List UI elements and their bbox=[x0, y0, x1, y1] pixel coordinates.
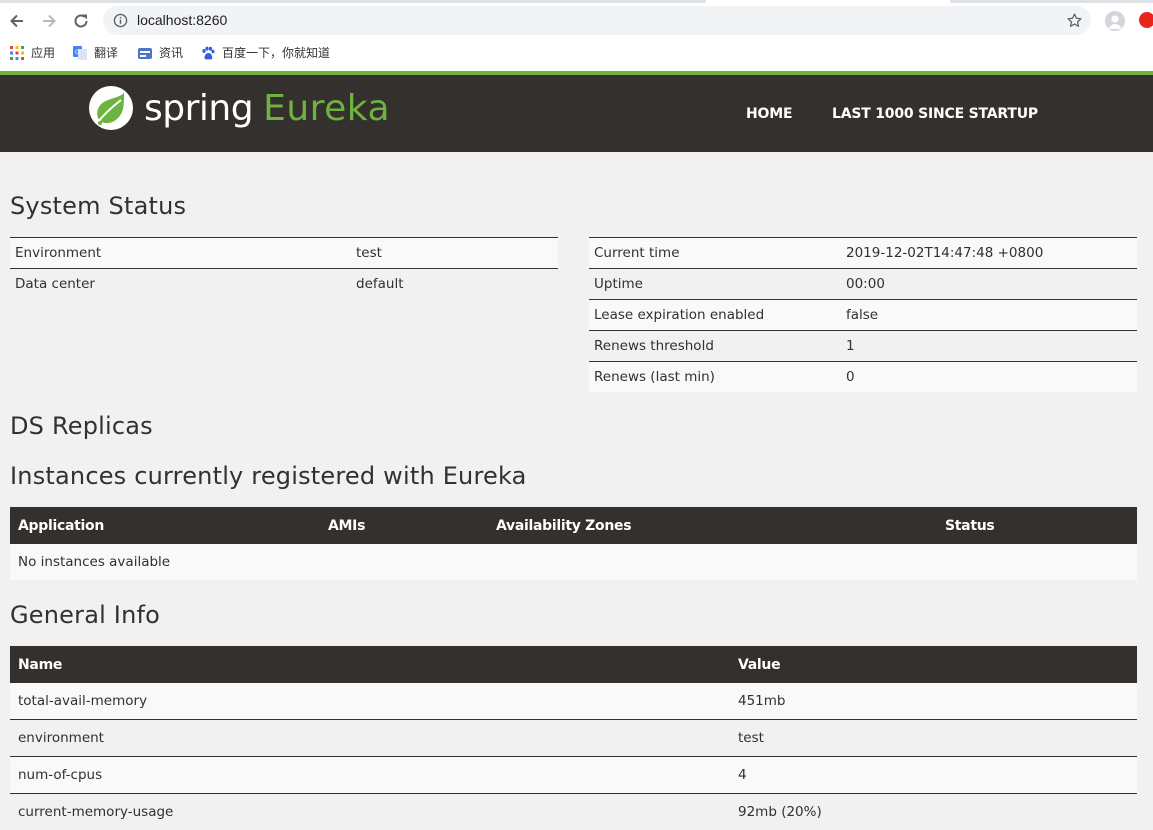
info-value: 451mb bbox=[730, 683, 1137, 720]
status-value: default bbox=[351, 269, 558, 300]
status-key: Environment bbox=[10, 238, 351, 269]
info-name: num-of-cpus bbox=[10, 757, 730, 794]
status-row: Data center default bbox=[10, 269, 558, 300]
status-row: Uptime 00:00 bbox=[589, 269, 1137, 300]
extension-icon[interactable] bbox=[1139, 12, 1153, 28]
col-name: Name bbox=[10, 646, 730, 683]
navbar: spring Eureka HOME LAST 1000 SINCE START… bbox=[0, 75, 1153, 152]
instances-heading: Instances currently registered with Eure… bbox=[10, 462, 527, 490]
logo-eureka-text: Eureka bbox=[263, 88, 390, 129]
table-row: num-of-cpus 4 bbox=[10, 757, 1137, 794]
bookmark-label: 翻译 bbox=[94, 44, 118, 61]
status-key: Uptime bbox=[589, 269, 841, 300]
info-name: current-memory-usage bbox=[10, 794, 730, 830]
google-translate-icon: G bbox=[73, 46, 87, 60]
status-row: Renews (last min) 0 bbox=[589, 362, 1137, 393]
table-row: No instances available bbox=[10, 544, 1137, 580]
col-value: Value bbox=[730, 646, 1137, 683]
col-availability-zones: Availability Zones bbox=[488, 507, 937, 544]
nav-last1000-link[interactable]: LAST 1000 SINCE STARTUP bbox=[832, 106, 1038, 122]
status-value: false bbox=[841, 300, 1137, 331]
status-row: Lease expiration enabled false bbox=[589, 300, 1137, 331]
browser-chrome: localhost:8260 应用 G 翻译 资讯 百度一下，你就知道 bbox=[0, 0, 1153, 72]
bookmark-label: 应用 bbox=[31, 44, 55, 61]
status-key: Current time bbox=[589, 238, 841, 269]
status-key: Lease expiration enabled bbox=[589, 300, 841, 331]
table-row: total-avail-memory 451mb bbox=[10, 683, 1137, 720]
system-status-right-table: Current time 2019-12-02T14:47:48 +0800 U… bbox=[589, 237, 1137, 392]
general-info-table: Name Value total-avail-memory 451mb envi… bbox=[10, 646, 1137, 830]
bookmark-translate[interactable]: G 翻译 bbox=[73, 44, 118, 61]
system-status-left-table: Environment test Data center default bbox=[10, 237, 558, 299]
address-bar[interactable]: localhost:8260 bbox=[103, 6, 1091, 35]
table-header-row: Application AMIs Availability Zones Stat… bbox=[10, 507, 1137, 544]
bookmarks-bar: 应用 G 翻译 资讯 百度一下，你就知道 bbox=[0, 42, 1153, 64]
info-name: environment bbox=[10, 720, 730, 757]
apps-grid-icon bbox=[10, 46, 24, 60]
info-value: test bbox=[730, 720, 1137, 757]
arrow-right-icon bbox=[40, 12, 58, 30]
info-icon[interactable] bbox=[113, 13, 128, 32]
arrow-left-icon bbox=[8, 12, 26, 30]
status-key: Renews (last min) bbox=[589, 362, 841, 393]
reload-icon bbox=[72, 12, 90, 30]
col-amis: AMIs bbox=[320, 507, 488, 544]
table-row: environment test bbox=[10, 720, 1137, 757]
instances-table: Application AMIs Availability Zones Stat… bbox=[10, 507, 1137, 580]
logo-spring-text: spring bbox=[144, 88, 253, 129]
status-value: test bbox=[351, 238, 558, 269]
bookmark-news[interactable]: 资讯 bbox=[138, 44, 183, 61]
info-name: total-avail-memory bbox=[10, 683, 730, 720]
bookmark-apps[interactable]: 应用 bbox=[10, 44, 55, 61]
general-info-heading: General Info bbox=[10, 601, 160, 629]
bookmark-label: 百度一下，你就知道 bbox=[222, 44, 330, 61]
url-text[interactable]: localhost:8260 bbox=[137, 12, 227, 28]
forward-button[interactable] bbox=[38, 10, 60, 32]
baidu-paw-icon bbox=[201, 46, 215, 60]
bookmark-baidu[interactable]: 百度一下，你就知道 bbox=[201, 44, 330, 61]
status-value: 0 bbox=[841, 362, 1137, 393]
back-button[interactable] bbox=[6, 10, 28, 32]
status-row: Environment test bbox=[10, 238, 558, 269]
spring-eureka-logo[interactable]: spring Eureka bbox=[88, 85, 390, 131]
news-icon bbox=[138, 46, 152, 60]
info-value: 4 bbox=[730, 757, 1137, 794]
status-key: Data center bbox=[10, 269, 351, 300]
system-status-heading: System Status bbox=[10, 192, 186, 220]
ds-replicas-heading: DS Replicas bbox=[10, 412, 153, 440]
active-tab[interactable] bbox=[706, 0, 950, 3]
svg-text:G: G bbox=[75, 50, 80, 56]
col-application: Application bbox=[10, 507, 320, 544]
spring-leaf-icon bbox=[88, 85, 134, 131]
status-value: 2019-12-02T14:47:48 +0800 bbox=[841, 238, 1137, 269]
table-row: current-memory-usage 92mb (20%) bbox=[10, 794, 1137, 830]
bookmark-label: 资讯 bbox=[159, 44, 183, 61]
profile-avatar-icon[interactable] bbox=[1105, 11, 1125, 31]
bookmark-star-icon[interactable] bbox=[1066, 12, 1083, 33]
info-value: 92mb (20%) bbox=[730, 794, 1137, 830]
status-row: Current time 2019-12-02T14:47:48 +0800 bbox=[589, 238, 1137, 269]
col-status: Status bbox=[937, 507, 1137, 544]
nav-home-link[interactable]: HOME bbox=[746, 106, 792, 122]
table-header-row: Name Value bbox=[10, 646, 1137, 683]
tab-strip bbox=[0, 0, 1153, 3]
status-value: 00:00 bbox=[841, 269, 1137, 300]
reload-button[interactable] bbox=[70, 10, 92, 32]
no-instances-message: No instances available bbox=[10, 544, 1137, 580]
status-value: 1 bbox=[841, 331, 1137, 362]
status-key: Renews threshold bbox=[589, 331, 841, 362]
status-row: Renews threshold 1 bbox=[589, 331, 1137, 362]
